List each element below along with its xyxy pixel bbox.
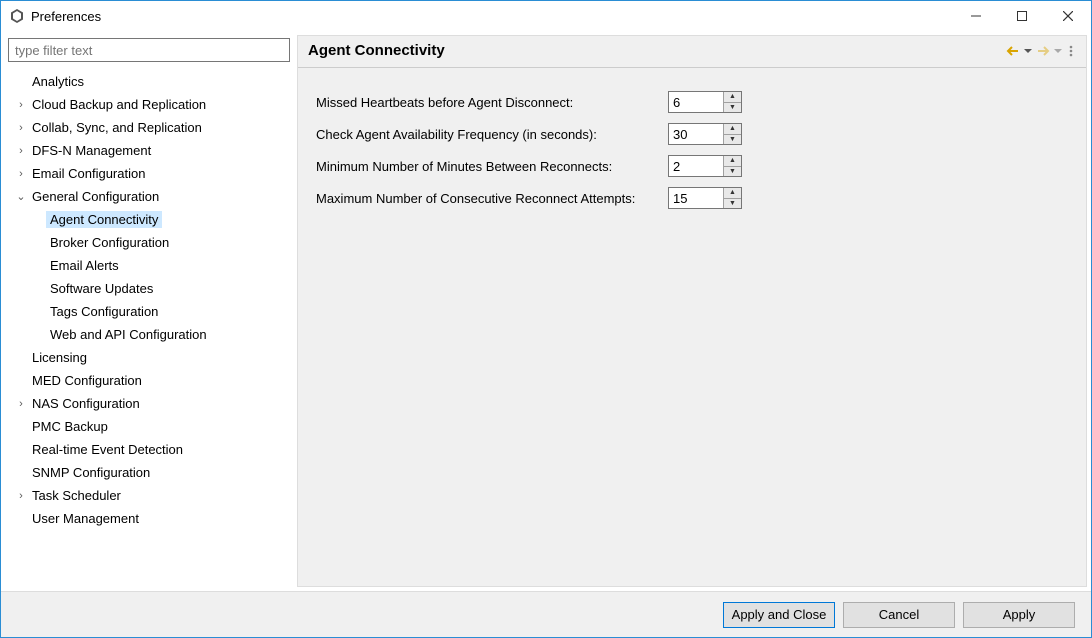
navigation-tree-pane: ›Analytics ›Cloud Backup and Replication… <box>5 35 293 587</box>
tree-item-collab[interactable]: ›Collab, Sync, and Replication <box>14 116 292 139</box>
tree-item-software-updates[interactable]: ›Software Updates <box>14 277 292 300</box>
tree-item-rted[interactable]: ›Real-time Event Detection <box>14 438 292 461</box>
spinner-down-icon[interactable]: ▼ <box>724 199 741 209</box>
spinner-up-icon[interactable]: ▲ <box>724 156 741 167</box>
tree-item-snmp[interactable]: ›SNMP Configuration <box>14 461 292 484</box>
close-button[interactable] <box>1045 1 1091 31</box>
chevron-right-icon[interactable]: › <box>14 168 28 180</box>
spinner-up-icon[interactable]: ▲ <box>724 124 741 135</box>
content-pane: Agent Connectivity Missed Heartbeats bef… <box>297 35 1087 587</box>
chevron-right-icon[interactable]: › <box>14 145 28 157</box>
tree-item-task-scheduler[interactable]: ›Task Scheduler <box>14 484 292 507</box>
button-bar: Apply and Close Cancel Apply <box>1 591 1091 637</box>
tree-item-email-alerts[interactable]: ›Email Alerts <box>14 254 292 277</box>
forward-button[interactable] <box>1036 45 1050 57</box>
navigation-tree[interactable]: ›Analytics ›Cloud Backup and Replication… <box>6 68 292 586</box>
tree-item-tags-config[interactable]: ›Tags Configuration <box>14 300 292 323</box>
spinner-up-icon[interactable]: ▲ <box>724 188 741 199</box>
missed-heartbeats-input[interactable] <box>669 92 723 112</box>
min-reconnect-label: Minimum Number of Minutes Between Reconn… <box>316 159 668 174</box>
view-menu-icon[interactable] <box>1066 45 1076 57</box>
max-attempts-input[interactable] <box>669 188 723 208</box>
apply-and-close-button[interactable]: Apply and Close <box>723 602 835 628</box>
preferences-window: Preferences ›Analytics ›Cloud Backup and… <box>0 0 1092 638</box>
spinner-down-icon[interactable]: ▼ <box>724 103 741 113</box>
spinner-down-icon[interactable]: ▼ <box>724 135 741 145</box>
missed-heartbeats-label: Missed Heartbeats before Agent Disconnec… <box>316 95 668 110</box>
tree-item-med-config[interactable]: ›MED Configuration <box>14 369 292 392</box>
max-attempts-spinner[interactable]: ▲▼ <box>668 187 742 209</box>
tree-item-web-api[interactable]: ›Web and API Configuration <box>14 323 292 346</box>
tree-item-broker-config[interactable]: ›Broker Configuration <box>14 231 292 254</box>
titlebar: Preferences <box>1 1 1091 31</box>
tree-item-licensing[interactable]: ›Licensing <box>14 346 292 369</box>
check-frequency-label: Check Agent Availability Frequency (in s… <box>316 127 668 142</box>
minimize-button[interactable] <box>953 1 999 31</box>
spinner-up-icon[interactable]: ▲ <box>724 92 741 103</box>
check-frequency-input[interactable] <box>669 124 723 144</box>
tree-item-nas-config[interactable]: ›NAS Configuration <box>14 392 292 415</box>
chevron-down-icon[interactable]: ⌄ <box>14 190 28 203</box>
tree-item-cloud-backup[interactable]: ›Cloud Backup and Replication <box>14 93 292 116</box>
min-reconnect-input[interactable] <box>669 156 723 176</box>
chevron-right-icon[interactable]: › <box>14 122 28 134</box>
tree-item-email-config[interactable]: ›Email Configuration <box>14 162 292 185</box>
spinner-down-icon[interactable]: ▼ <box>724 167 741 177</box>
back-menu-dropdown[interactable] <box>1024 47 1032 55</box>
apply-button[interactable]: Apply <box>963 602 1075 628</box>
missed-heartbeats-spinner[interactable]: ▲▼ <box>668 91 742 113</box>
tree-item-user-mgmt[interactable]: ›User Management <box>14 507 292 530</box>
page-title: Agent Connectivity <box>308 42 1002 59</box>
min-reconnect-spinner[interactable]: ▲▼ <box>668 155 742 177</box>
forward-menu-dropdown[interactable] <box>1054 47 1062 55</box>
cancel-button[interactable]: Cancel <box>843 602 955 628</box>
chevron-right-icon[interactable]: › <box>14 398 28 410</box>
tree-item-analytics[interactable]: ›Analytics <box>14 70 292 93</box>
filter-input[interactable] <box>8 38 290 62</box>
max-attempts-label: Maximum Number of Consecutive Reconnect … <box>316 191 668 206</box>
tree-item-pmc-backup[interactable]: ›PMC Backup <box>14 415 292 438</box>
tree-item-agent-connectivity[interactable]: ›Agent Connectivity <box>14 208 292 231</box>
tree-item-general-config[interactable]: ⌄General Configuration <box>14 185 292 208</box>
check-frequency-spinner[interactable]: ▲▼ <box>668 123 742 145</box>
window-title: Preferences <box>31 9 101 24</box>
tree-item-dfsn[interactable]: ›DFS-N Management <box>14 139 292 162</box>
chevron-right-icon[interactable]: › <box>14 99 28 111</box>
back-button[interactable] <box>1006 45 1020 57</box>
app-icon <box>9 8 25 24</box>
chevron-right-icon[interactable]: › <box>14 490 28 502</box>
maximize-button[interactable] <box>999 1 1045 31</box>
